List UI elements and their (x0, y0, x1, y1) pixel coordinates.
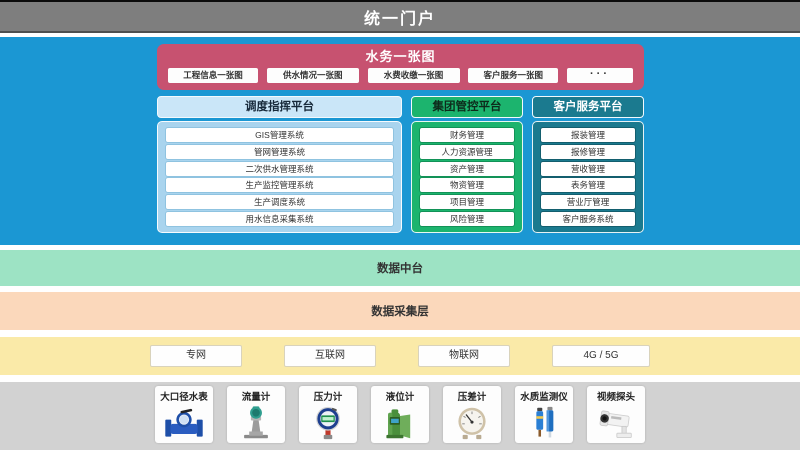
system-secondary-supply[interactable]: 二次供水管理系统 (165, 161, 394, 177)
device-band: 大口径水表 流量计 (0, 382, 800, 450)
device-label: 流量计 (242, 389, 271, 403)
device-label: 压力计 (314, 389, 343, 403)
device-card-level-meter: 液位计 (371, 386, 429, 443)
platform-columns: 调度指挥平台 GIS管理系统 管网管理系统 二次供水管理系统 生产监控管理系统 … (157, 96, 644, 233)
customer-service-platform: 客户服务平台 报装管理 报修管理 营收管理 表务管理 营业厅管理 客户服务系统 (532, 96, 644, 233)
device-card-video-camera: 视频探头 (587, 386, 645, 443)
water-one-map-panel: 水务一张图 工程信息一张图 供水情况一张图 水费收缴一张图 客户服务一张图 ··… (157, 44, 644, 90)
data-acquisition-label: 数据采集层 (371, 303, 429, 319)
video-camera-icon (595, 403, 637, 443)
module-customer-service[interactable]: 客户服务系统 (540, 211, 636, 227)
dispatch-command-platform: 调度指挥平台 GIS管理系统 管网管理系统 二次供水管理系统 生产监控管理系统 … (157, 96, 402, 233)
water-one-map-buttons: 工程信息一张图 供水情况一张图 水费收缴一张图 客户服务一张图 ··· (168, 68, 633, 83)
group-control-platform: 集团管控平台 财务管理 人力资源管理 资产管理 物资管理 项目管理 风险管理 (411, 96, 523, 233)
system-pipe-network[interactable]: 管网管理系统 (165, 144, 394, 160)
button-project-info-map[interactable]: 工程信息一张图 (168, 68, 258, 83)
button-private-network[interactable]: 专网 (150, 345, 242, 367)
system-gis-management[interactable]: GIS管理系统 (165, 127, 394, 143)
button-fee-collection-map[interactable]: 水费收缴一张图 (368, 68, 460, 83)
device-label: 液位计 (386, 389, 415, 403)
system-production-dispatch[interactable]: 生产调度系统 (165, 194, 394, 210)
group-platform-title: 集团管控平台 (411, 96, 523, 118)
button-internet[interactable]: 互联网 (284, 345, 376, 367)
module-installation[interactable]: 报装管理 (540, 127, 636, 143)
module-hr[interactable]: 人力资源管理 (419, 144, 515, 160)
module-assets[interactable]: 资产管理 (419, 161, 515, 177)
device-card-water-quality-monitor: 水质监测仪 (515, 386, 573, 443)
group-platform-body: 财务管理 人力资源管理 资产管理 物资管理 项目管理 风险管理 (411, 121, 523, 233)
water-one-map-title: 水务一张图 (168, 47, 633, 66)
level-meter-icon (380, 403, 420, 443)
device-label: 压差计 (458, 389, 487, 403)
device-card-diff-pressure-gauge: 压差计 (443, 386, 501, 443)
flow-meter-icon (236, 403, 276, 443)
data-middle-platform-label: 数据中台 (377, 260, 423, 276)
page-title: 统一门户 (364, 5, 436, 29)
module-materials[interactable]: 物资管理 (419, 177, 515, 193)
dispatch-platform-body: GIS管理系统 管网管理系统 二次供水管理系统 生产监控管理系统 生产调度系统 … (157, 121, 402, 233)
device-label: 大口径水表 (160, 389, 208, 403)
button-4g-5g[interactable]: 4G / 5G (552, 345, 650, 367)
module-repair[interactable]: 报修管理 (540, 144, 636, 160)
portal-header: 统一门户 (0, 2, 800, 33)
network-band: 专网 互联网 物联网 4G / 5G (0, 337, 800, 375)
dispatch-platform-title: 调度指挥平台 (157, 96, 402, 118)
module-business-hall[interactable]: 营业厅管理 (540, 194, 636, 210)
water-quality-probe-icon (526, 403, 562, 443)
device-card-flow-meter: 流量计 (227, 386, 285, 443)
data-acquisition-band: 数据采集层 (0, 292, 800, 330)
device-card-pressure-gauge: 压力计 (299, 386, 357, 443)
module-risk[interactable]: 风险管理 (419, 211, 515, 227)
system-water-info-collection[interactable]: 用水信息采集系统 (165, 211, 394, 227)
device-label: 水质监测仪 (520, 389, 568, 403)
diff-pressure-gauge-icon (453, 403, 491, 443)
pressure-gauge-icon (309, 403, 347, 443)
button-supply-status-map[interactable]: 供水情况一张图 (267, 68, 359, 83)
device-label: 视频探头 (597, 389, 635, 403)
button-iot-network[interactable]: 物联网 (418, 345, 510, 367)
device-card-water-meter: 大口径水表 (155, 386, 213, 443)
data-middle-platform-band: 数据中台 (0, 250, 800, 286)
module-revenue[interactable]: 营收管理 (540, 161, 636, 177)
module-meter-service[interactable]: 表务管理 (540, 177, 636, 193)
module-finance[interactable]: 财务管理 (419, 127, 515, 143)
water-meter-icon (162, 403, 206, 443)
customer-platform-body: 报装管理 报修管理 营收管理 表务管理 营业厅管理 客户服务系统 (532, 121, 644, 233)
button-more-maps[interactable]: ··· (567, 68, 633, 83)
system-production-monitoring[interactable]: 生产监控管理系统 (165, 177, 394, 193)
module-projects[interactable]: 项目管理 (419, 194, 515, 210)
button-customer-service-map[interactable]: 客户服务一张图 (468, 68, 558, 83)
customer-platform-title: 客户服务平台 (532, 96, 644, 118)
